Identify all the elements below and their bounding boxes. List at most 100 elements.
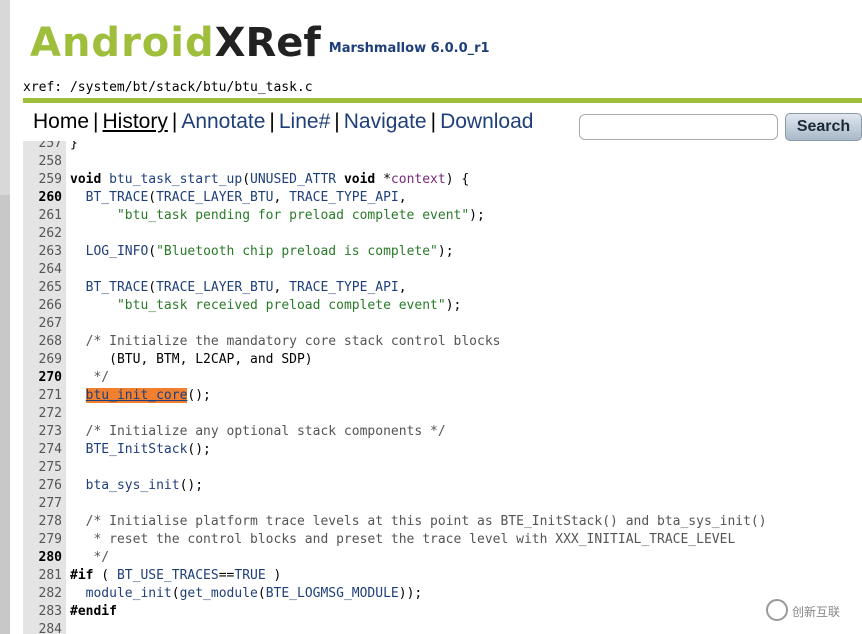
code-text: "btu_task received preload complete even…: [116, 298, 462, 313]
code-text: BTE_InitStack();: [85, 442, 211, 457]
line-number[interactable]: 273: [23, 423, 66, 441]
nav-separator: |: [269, 110, 275, 133]
nav-navigate-link[interactable]: Navigate: [344, 110, 427, 133]
code-text: /* Initialise platform trace levels at t…: [70, 514, 767, 529]
code-line: 263 LOG_INFO("Bluetooth chip preload is …: [23, 243, 862, 261]
nav-bar: Home | History | Annotate | Line# | Navigate | Dow…: [33, 110, 533, 140]
code-line: 276 bta_sys_init();: [23, 477, 862, 495]
nav-separator: |: [334, 110, 340, 133]
code-line: 258: [23, 153, 862, 171]
line-number[interactable]: 280: [23, 549, 66, 567]
code-text: module_init(get_module(BTE_LOGMSG_MODULE…: [85, 586, 423, 601]
code-line: 262: [23, 225, 862, 243]
code-text: */: [70, 370, 110, 385]
line-number[interactable]: 278: [23, 513, 66, 531]
code-line: 268 /* Initialize the mandatory core sta…: [23, 333, 862, 351]
line-number[interactable]: 284: [23, 621, 66, 634]
line-number[interactable]: 281: [23, 567, 66, 585]
androidxref-logo[interactable]: AndroidXRef Marshmallow 6.0.0_r1: [30, 20, 490, 70]
nav-home-link[interactable]: Home: [33, 110, 89, 133]
line-number[interactable]: 272: [23, 405, 66, 423]
search-input[interactable]: [579, 114, 778, 140]
code-text: /* Initialize any optional stack compone…: [70, 424, 446, 439]
search-button[interactable]: Search: [785, 113, 862, 141]
code-text: (BTU, BTM, L2CAP, and SDP): [70, 352, 313, 367]
line-number[interactable]: 261: [23, 207, 66, 225]
code-line: 266 "btu_task received preload complete …: [23, 297, 862, 315]
line-number[interactable]: 277: [23, 495, 66, 513]
line-number[interactable]: 264: [23, 261, 66, 279]
code-line: 259 void btu_task_start_up(UNUSED_ATTR vo…: [23, 171, 862, 189]
code-text: BT_TRACE(TRACE_LAYER_BTU, TRACE_TYPE_API…: [85, 280, 407, 295]
line-number[interactable]: 259: [23, 171, 66, 189]
code-line: 281 #if ( BT_USE_TRACES==TRUE ): [23, 567, 862, 585]
line-number[interactable]: 263: [23, 243, 66, 261]
code-line: 282 module_init(get_module(BTE_LOGMSG_MO…: [23, 585, 862, 603]
code-line: 279 * reset the control blocks and prese…: [23, 531, 862, 549]
logo-xref-text: XRef: [214, 20, 321, 66]
code-line: 273 /* Initialize any optional stack com…: [23, 423, 862, 441]
nav-history-link[interactable]: History: [103, 110, 168, 133]
line-number[interactable]: 271: [23, 387, 66, 405]
code-line: 270 */: [23, 369, 862, 387]
code-line: 284: [23, 621, 862, 634]
code-line: 283 #endif: [23, 603, 862, 621]
code-text: }: [70, 141, 78, 151]
line-number[interactable]: 260: [23, 189, 66, 207]
line-number[interactable]: 267: [23, 315, 66, 333]
nav-annotate-link[interactable]: Annotate: [181, 110, 265, 133]
code-line: 269 (BTU, BTM, L2CAP, and SDP): [23, 351, 862, 369]
code-text: bta_sys_init();: [85, 478, 204, 493]
code-line: 265 BT_TRACE(TRACE_LAYER_BTU, TRACE_TYPE…: [23, 279, 862, 297]
code-text: BT_TRACE(TRACE_LAYER_BTU, TRACE_TYPE_API…: [85, 190, 407, 205]
line-number[interactable]: 265: [23, 279, 66, 297]
code-line: 272: [23, 405, 862, 423]
code-line: 261 "btu_task pending for preload comple…: [23, 207, 862, 225]
code-line: 257}: [23, 141, 862, 153]
watermark-logo-icon: [766, 599, 788, 621]
nav-line-link[interactable]: Line#: [279, 110, 330, 133]
header: AndroidXRef Marshmallow 6.0.0_r1 xref: /s…: [10, 0, 862, 145]
line-number[interactable]: 262: [23, 225, 66, 243]
watermark-text: 创新互联: [792, 605, 841, 619]
code-text: * reset the control blocks and preset th…: [70, 532, 736, 547]
file-path[interactable]: xref: /system/bt/stack/btu/btu_task.c: [23, 80, 313, 95]
code-text: */: [70, 550, 110, 565]
line-number[interactable]: 279: [23, 531, 66, 549]
code-text: void btu_task_start_up(UNUSED_ATTR void …: [70, 172, 470, 187]
line-number[interactable]: 283: [23, 603, 66, 621]
left-scrollbar[interactable]: [0, 0, 10, 634]
scrollbar-thumb[interactable]: [0, 195, 10, 634]
line-number[interactable]: 268: [23, 333, 66, 351]
code-line: 260 BT_TRACE(TRACE_LAYER_BTU, TRACE_TYPE…: [23, 189, 862, 207]
code-text: btu_init_core();: [85, 388, 211, 403]
code-text: #endif: [70, 604, 117, 619]
line-number[interactable]: 257: [23, 141, 66, 153]
line-number[interactable]: 274: [23, 441, 66, 459]
code-line: 278 /* Initialise platform trace levels …: [23, 513, 862, 531]
code-line: 277: [23, 495, 862, 513]
line-number[interactable]: 275: [23, 459, 66, 477]
version-label: Marshmallow 6.0.0_r1: [328, 41, 490, 56]
nav-separator: |: [171, 110, 178, 133]
code-line: 274 BTE_InitStack();: [23, 441, 862, 459]
source-code-view: 257} 258 259 void btu_task_start_up(UNUSED_…: [23, 141, 862, 634]
line-number[interactable]: 266: [23, 297, 66, 315]
code-line: 280 */: [23, 549, 862, 567]
code-line: 271 btu_init_core();: [23, 387, 862, 405]
nav-download-link[interactable]: Download: [440, 110, 533, 133]
line-number[interactable]: 269: [23, 351, 66, 369]
line-number[interactable]: 270: [23, 369, 66, 387]
line-number[interactable]: 282: [23, 585, 66, 603]
code-line: 275: [23, 459, 862, 477]
code-text: LOG_INFO("Bluetooth chip preload is comp…: [85, 244, 454, 259]
nav-separator: |: [430, 110, 437, 133]
nav-separator: |: [93, 110, 99, 133]
code-line: 267: [23, 315, 862, 333]
code-text: #if ( BT_USE_TRACES==TRUE ): [70, 568, 282, 583]
logo-android-text: Android: [30, 20, 215, 66]
code-text: "btu_task pending for preload complete e…: [116, 208, 485, 223]
line-number[interactable]: 258: [23, 153, 66, 171]
line-number[interactable]: 276: [23, 477, 66, 495]
header-divider: [23, 98, 862, 103]
